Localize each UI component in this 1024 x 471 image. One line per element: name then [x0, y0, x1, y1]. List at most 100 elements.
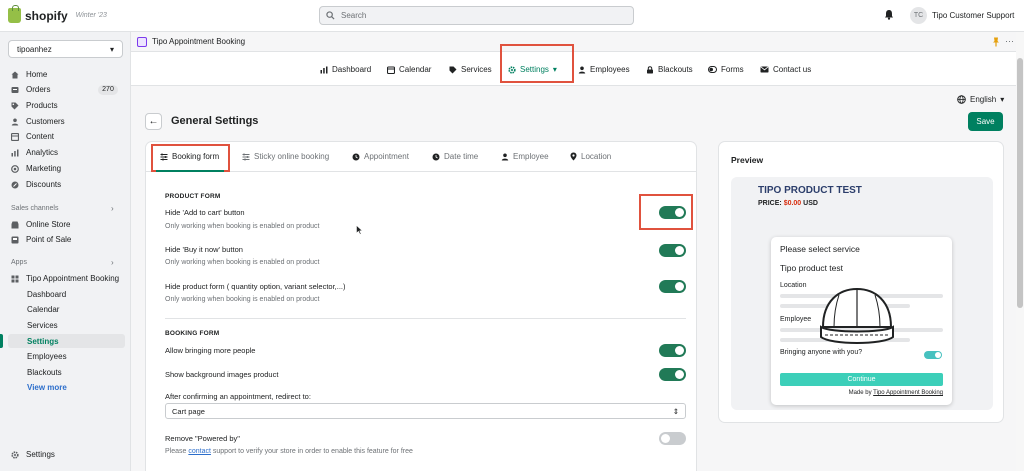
widget-bringing-toggle[interactable] [924, 351, 942, 359]
back-button[interactable]: ← [145, 113, 162, 130]
hide-buy-now-help: Only working when booking is enabled on … [165, 259, 320, 266]
bell-icon[interactable] [884, 9, 894, 20]
redirect-select[interactable]: Cart page ⇕ [165, 403, 686, 419]
remove-powered-help: Please contact support to verify your st… [165, 448, 413, 455]
nav-blackouts-label: Blackouts [658, 65, 693, 74]
nav-services[interactable]: Services [449, 65, 492, 74]
nav-blackouts[interactable]: Blackouts [646, 65, 693, 74]
shopify-logo[interactable]: shopify Winter '23 [8, 5, 107, 23]
sidebar-item-products[interactable]: Products [11, 101, 58, 110]
hide-product-form-label: Hide product form ( quantity option, var… [165, 282, 346, 291]
show-background-toggle[interactable] [659, 368, 686, 381]
made-by-link[interactable]: Tipo Appointment Booking [873, 390, 943, 396]
tab-label: Employee [513, 152, 549, 161]
avatar: TC [910, 7, 927, 24]
nav-calendar[interactable]: Calendar [387, 65, 431, 74]
sidebar-sub-settings[interactable]: Settings [27, 337, 59, 346]
widget-location-label: Location [780, 282, 807, 289]
help-text: support to verify your store in order to… [212, 448, 413, 455]
nav-contact-us[interactable]: Contact us [760, 65, 811, 74]
tab-booking-form[interactable]: Booking form [160, 152, 219, 161]
preview-card: Preview TIPO PRODUCT TEST PRICE: $0.00 U… [719, 142, 1003, 422]
search-input[interactable] [341, 11, 621, 20]
tag-icon [11, 102, 19, 109]
sidebar-sub-blackouts[interactable]: Blackouts [27, 368, 62, 377]
sidebar: tipoanhez ▾ Home Orders 270 Products Cus… [0, 32, 131, 471]
sidebar-item-home[interactable]: Home [11, 70, 47, 79]
main-content: Dashboard Calendar Services Settings ▾ E… [131, 44, 1016, 471]
user-menu[interactable]: TC Tipo Customer Support [910, 7, 1014, 24]
hide-product-form-toggle[interactable] [659, 280, 686, 293]
nav-calendar-label: Calendar [399, 65, 432, 74]
sidebar-item-online-store[interactable]: Online Store [11, 220, 70, 229]
tab-label: Location [581, 152, 612, 161]
person-icon [11, 118, 19, 125]
tab-sticky-online-booking[interactable]: Sticky online booking [242, 152, 329, 161]
sidebar-item-orders[interactable]: Orders [11, 85, 50, 94]
product-form-heading: PRODUCT FORM [165, 193, 221, 200]
store-selector[interactable]: tipoanhez ▾ [8, 40, 123, 58]
mouse-cursor-icon [356, 225, 363, 235]
sidebar-sub-dashboard[interactable]: Dashboard [27, 290, 66, 299]
sidebar-item-marketing[interactable]: Marketing [11, 164, 61, 173]
scrollbar-thumb[interactable] [1017, 58, 1023, 308]
chevron-right-icon[interactable]: › [111, 258, 114, 267]
search-bar[interactable] [319, 6, 634, 25]
tab-employee[interactable]: Employee [501, 152, 549, 161]
tab-date-time[interactable]: Date time [432, 152, 478, 161]
remove-powered-toggle[interactable] [659, 432, 686, 445]
app-title: Tipo Appointment Booking [152, 37, 246, 46]
redirect-value: Cart page [172, 406, 205, 416]
lock-icon [647, 65, 653, 73]
save-button[interactable]: Save [968, 112, 1003, 131]
sidebar-item-analytics[interactable]: Analytics [11, 148, 58, 157]
toggle-icon [708, 66, 717, 73]
product-price: PRICE: $0.00 USD [758, 200, 818, 207]
sidebar-sub-calendar[interactable]: Calendar [27, 305, 59, 314]
contact-link[interactable]: contact [188, 448, 211, 455]
sidebar-item-customers[interactable]: Customers [11, 117, 65, 126]
clock-icon [432, 153, 440, 160]
location-pin-icon [570, 152, 577, 161]
sidebar-item-label: Marketing [26, 164, 62, 173]
nav-contact-label: Contact us [773, 65, 812, 74]
sidebar-item-settings[interactable]: Settings [11, 450, 55, 459]
widget-bringing-label: Bringing anyone with you? [780, 349, 863, 356]
sales-channels-heading: Sales channels [11, 205, 59, 212]
sidebar-sub-services[interactable]: Services [27, 321, 58, 330]
sidebar-item-content[interactable]: Content [11, 132, 54, 141]
more-options-icon[interactable]: ⋯ [1005, 36, 1014, 47]
sidebar-item-label: Customers [26, 117, 65, 126]
sidebar-item-tipo-app[interactable]: Tipo Appointment Booking [11, 274, 119, 283]
tab-appointment[interactable]: Appointment [352, 152, 409, 161]
app-top-navigation: Dashboard Calendar Services Settings ▾ E… [131, 44, 1016, 86]
gear-icon [11, 450, 19, 459]
nav-forms-label: Forms [721, 65, 744, 74]
caret-down-icon: ▾ [109, 44, 114, 54]
view-more-link[interactable]: View more [27, 383, 67, 392]
nav-dashboard[interactable]: Dashboard [320, 65, 371, 74]
sidebar-item-label: Products [26, 101, 58, 110]
sidebar-item-discounts[interactable]: Discounts [11, 180, 61, 189]
show-background-label: Show background images product [165, 370, 279, 379]
nav-forms[interactable]: Forms [708, 65, 744, 74]
language-selector[interactable]: English ▾ [957, 95, 1004, 104]
preview-area: TIPO PRODUCT TEST PRICE: $0.00 USD Pleas… [731, 177, 993, 410]
brand-name: shopify [25, 8, 68, 23]
sidebar-sub-employees[interactable]: Employees [27, 352, 67, 361]
hide-buy-now-toggle[interactable] [659, 244, 686, 257]
pin-icon[interactable] [992, 37, 1000, 47]
chevron-right-icon[interactable]: › [111, 204, 114, 213]
tab-location[interactable]: Location [570, 152, 611, 161]
hide-buy-now-label: Hide 'Buy it now' button [165, 245, 243, 254]
sidebar-item-label: Content [26, 132, 55, 141]
scrollbar[interactable] [1016, 32, 1024, 471]
apps-heading: Apps [11, 259, 27, 266]
sidebar-item-point-of-sale[interactable]: Point of Sale [11, 235, 71, 244]
nav-employees[interactable]: Employees [578, 65, 630, 74]
hide-add-to-cart-toggle[interactable] [659, 206, 686, 219]
search-icon [326, 11, 335, 20]
product-name: TIPO PRODUCT TEST [758, 185, 862, 196]
allow-more-people-toggle[interactable] [659, 344, 686, 357]
continue-button[interactable]: Continue [780, 373, 943, 386]
